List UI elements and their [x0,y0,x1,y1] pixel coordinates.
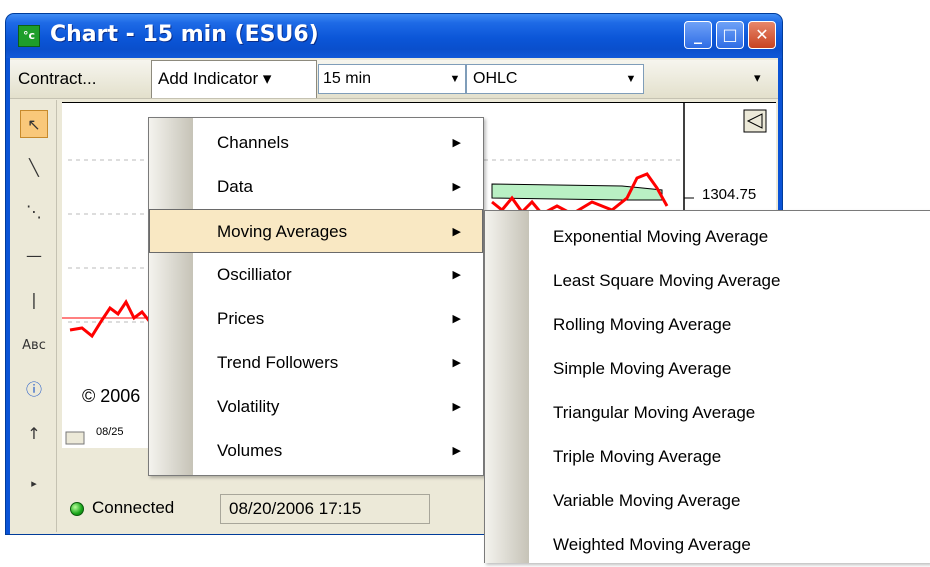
vertical-line-icon[interactable]: | [20,286,48,314]
pointer-icon[interactable]: ↖ [20,110,48,138]
menu-item-label: Channels [217,133,289,152]
menu-item-label: Oscilliator [217,265,292,284]
line-icon[interactable]: ╲ [20,154,48,182]
menu-item-triple-moving-average[interactable]: Triple Moving Average [485,435,930,479]
maximize-button[interactable]: □ [716,21,744,49]
minimize-button[interactable]: _ [684,21,712,49]
menu-item-exponential-moving-average[interactable]: Exponential Moving Average [485,215,930,259]
menu-item-prices[interactable]: Prices ▶ [149,297,483,341]
window-title: Chart - 15 min (ESU6) [50,22,319,47]
status-timestamp: 08/20/2006 17:15 [220,494,430,524]
add-indicator-button[interactable]: Add Indicator ▾ [151,60,317,98]
menu-item-volatility[interactable]: Volatility ▶ [149,385,483,429]
menu-item-label: Simple Moving Average [553,359,732,378]
parallel-lines-icon[interactable]: ⋱ [20,198,48,226]
drawing-toolbar: ↖ ╲ ⋱ — | Aвc ⓘ ↑ ▸ [14,100,57,532]
submenu-arrow-icon: ▶ [452,445,461,457]
interval-value: 15 min [323,70,372,87]
submenu-arrow-icon: ▶ [452,269,461,281]
chevron-down-icon: ▼ [621,65,641,93]
minimize-icon: _ [694,25,702,44]
arrow-up-icon[interactable]: ↑ [20,420,48,448]
menu-item-rolling-moving-average[interactable]: Rolling Moving Average [485,303,930,347]
menu-item-simple-moving-average[interactable]: Simple Moving Average [485,347,930,391]
toolbar: Contract... Add Indicator ▾ 15 min ▼ OHL… [10,60,778,99]
chevron-down-icon: ▼ [445,65,465,93]
menu-item-label: Rolling Moving Average [553,315,732,334]
connection-status-icon [70,502,84,516]
chart-type-value: OHLC [473,70,518,87]
submenu-arrow-icon: ▶ [452,181,461,193]
chart-type-select[interactable]: OHLC ▼ [466,64,644,94]
menu-item-trend-followers[interactable]: Trend Followers ▶ [149,341,483,385]
menu-item-label: Moving Averages [217,222,348,241]
toolbar-overflow-icon[interactable]: ▾ [754,70,761,86]
menu-item-label: Data [217,177,253,196]
menu-item-label: Prices [217,309,265,328]
menu-item-label: Variable Moving Average [553,491,741,510]
horizontal-line-icon[interactable]: — [20,242,48,270]
close-button[interactable]: ✕ [748,21,776,49]
menu-item-weighted-moving-average[interactable]: Weighted Moving Average [485,523,930,567]
contract-button[interactable]: Contract... [18,60,96,98]
submenu-arrow-icon: ▶ [452,401,461,413]
interval-select[interactable]: 15 min ▼ [318,64,466,94]
date-tick-label: 08/25 [96,426,124,438]
menu-item-triangular-moving-average[interactable]: Triangular Moving Average [485,391,930,435]
title-bar[interactable]: °c Chart - 15 min (ESU6) _ □ ✕ [6,14,782,58]
menu-item-label: Volumes [217,441,283,460]
close-icon: ✕ [755,25,769,44]
submenu-arrow-icon: ▶ [452,226,461,238]
menu-item-data[interactable]: Data ▶ [149,165,483,209]
menu-item-channels[interactable]: Channels ▶ [149,121,483,165]
submenu-arrow-icon: ▶ [452,357,461,369]
menu-item-least-square-moving-average[interactable]: Least Square Moving Average [485,259,930,303]
submenu-arrow-icon: ▶ [452,137,461,149]
menu-item-label: Volatility [217,397,280,416]
copyright-text: © 2006 [82,386,141,406]
menu-item-label: Trend Followers [217,353,339,372]
maximize-icon: □ [722,25,738,44]
menu-item-label: Triple Moving Average [553,447,722,466]
price-axis-label: 1304.75 [702,186,757,203]
menu-item-variable-moving-average[interactable]: Variable Moving Average [485,479,930,523]
menu-item-label: Least Square Moving Average [553,271,781,290]
menu-item-label: Exponential Moving Average [553,227,769,246]
menu-item-label: Weighted Moving Average [553,535,751,554]
moving-averages-submenu: Exponential Moving Average Least Square … [484,210,930,563]
app-icon: °c [18,25,40,47]
text-icon[interactable]: Aвc [20,332,48,360]
menu-item-oscilliator[interactable]: Oscilliator ▶ [149,253,483,297]
submenu-arrow-icon: ▶ [452,313,461,325]
add-indicator-label: Add Indicator ▾ [158,69,272,88]
info-icon[interactable]: ⓘ [20,376,48,404]
connection-status-text: Connected [92,498,175,517]
add-indicator-menu: Channels ▶ Data ▶ Moving Averages ▶ Osci… [148,117,484,476]
menu-item-volumes[interactable]: Volumes ▶ [149,429,483,473]
expand-icon[interactable]: ▸ [20,470,48,498]
menu-item-label: Triangular Moving Average [553,403,756,422]
menu-item-moving-averages[interactable]: Moving Averages ▶ [149,209,483,253]
